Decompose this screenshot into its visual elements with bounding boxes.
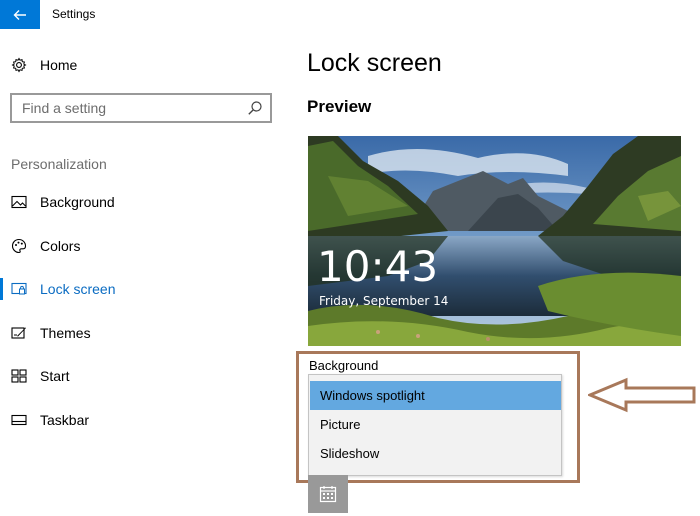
sidebar-item-label: Lock screen — [40, 281, 116, 297]
palette-icon — [11, 238, 27, 254]
lock-screen-icon — [11, 281, 27, 297]
option-slideshow[interactable]: Slideshow — [310, 439, 561, 468]
sidebar-item-background[interactable]: Background — [0, 182, 290, 222]
sidebar-item-home[interactable]: Home — [0, 45, 290, 85]
back-button[interactable] — [0, 0, 40, 29]
preview-date: Friday, September 14 — [319, 294, 449, 308]
window-title: Settings — [52, 7, 96, 21]
themes-icon — [11, 325, 27, 341]
option-picture[interactable]: Picture — [310, 410, 561, 439]
sidebar-item-themes[interactable]: Themes — [0, 313, 290, 353]
active-indicator — [0, 278, 3, 300]
background-label: Background — [309, 358, 379, 373]
back-arrow-icon — [13, 9, 26, 20]
preview-time: 10:43 — [317, 242, 439, 291]
sidebar-item-colors[interactable]: Colors — [0, 226, 290, 266]
sidebar-item-lock-screen[interactable]: Lock screen — [0, 269, 290, 309]
background-dropdown-list[interactable]: Windows spotlight Picture Slideshow — [308, 374, 562, 476]
taskbar-icon — [11, 412, 27, 428]
preview-heading: Preview — [307, 97, 372, 116]
annotation-arrow-icon — [588, 377, 696, 413]
page-title: Lock screen — [307, 49, 442, 77]
sidebar-item-start[interactable]: Start — [0, 356, 290, 396]
option-windows-spotlight[interactable]: Windows spotlight — [310, 381, 561, 410]
search-input[interactable] — [12, 100, 238, 116]
search-icon[interactable] — [247, 100, 263, 116]
sidebar-item-label: Themes — [40, 325, 91, 341]
sidebar-item-taskbar[interactable]: Taskbar — [0, 400, 290, 440]
lock-screen-preview: 10:43 Friday, September 14 — [308, 136, 681, 346]
sidebar-item-label: Start — [40, 368, 70, 384]
image-icon — [11, 194, 27, 210]
search-box[interactable] — [10, 93, 272, 123]
sidebar-item-label: Taskbar — [40, 412, 90, 428]
sidebar-home-label: Home — [40, 57, 78, 73]
start-icon — [11, 368, 27, 384]
calendar-app-tile[interactable] — [308, 475, 348, 513]
sidebar-item-label: Background — [40, 194, 115, 210]
calendar-icon — [319, 486, 337, 503]
landscape-image — [308, 136, 681, 346]
section-label-personalization: Personalization — [11, 156, 107, 172]
gear-icon — [11, 57, 27, 73]
sidebar-item-label: Colors — [40, 238, 81, 254]
